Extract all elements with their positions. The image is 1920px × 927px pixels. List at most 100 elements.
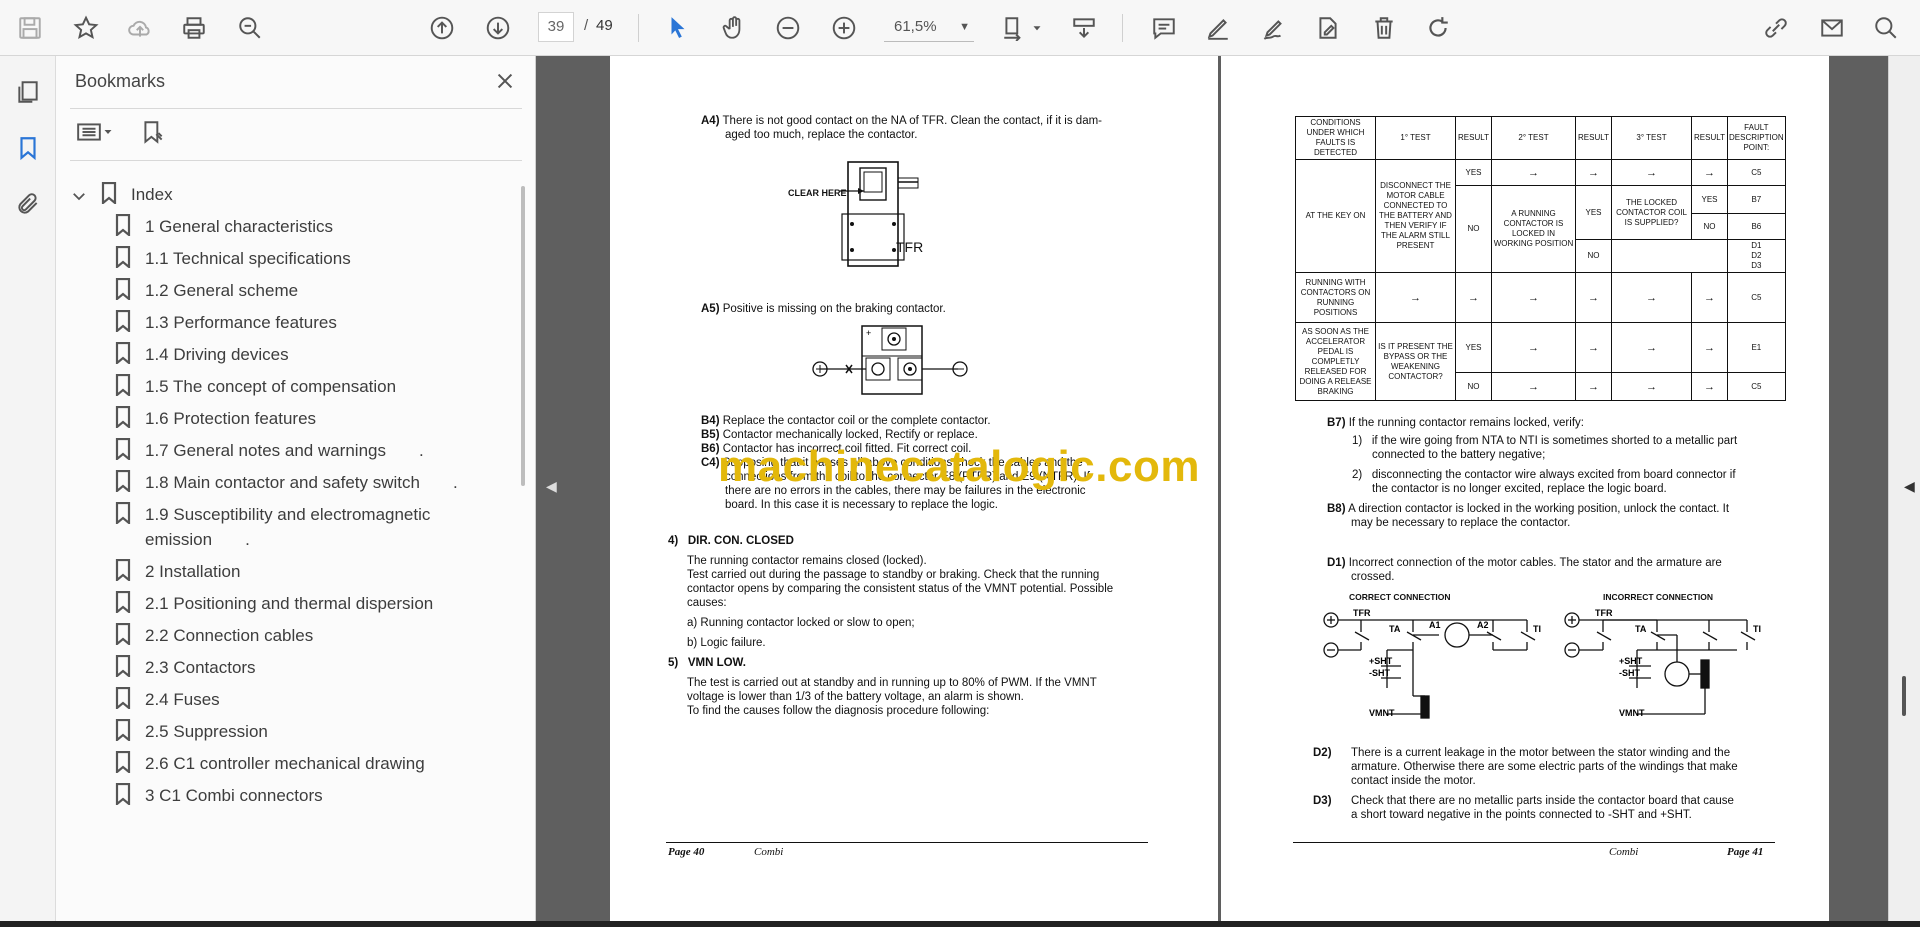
edit-document-icon[interactable]: [1310, 10, 1346, 46]
bookmark-item[interactable]: 1 General characteristics: [114, 214, 465, 239]
bookmark-item[interactable]: 2.2 Connection cables: [114, 623, 465, 648]
save-icon[interactable]: [12, 10, 48, 46]
bookmarks-panel: Bookmarks Index 1 General characteristic…: [56, 56, 536, 921]
motor-connection-diagram: TFR TA A1 A2 TI +SHT -SHT VMNT TFR TA TI…: [1323, 608, 1761, 719]
a1-label: A1: [1429, 620, 1441, 630]
new-bookmark-button[interactable]: [140, 116, 166, 148]
page-fit-icon[interactable]: [996, 10, 1032, 46]
bookmark-icon: [115, 623, 131, 645]
ti-label: TI: [1753, 624, 1761, 634]
bookmark-item[interactable]: 2.4 Fuses: [114, 687, 465, 712]
bookmark-icon: [115, 246, 131, 268]
page-number-input[interactable]: 39: [538, 12, 574, 42]
bookmark-icon: [115, 783, 131, 805]
bookmark-item[interactable]: 1.6 Protection features: [114, 406, 465, 431]
bookmark-icon: [101, 182, 117, 204]
mail-icon[interactable]: [1814, 10, 1850, 46]
print-icon[interactable]: [176, 10, 212, 46]
close-icon[interactable]: [490, 66, 520, 96]
hand-tool-icon[interactable]: [716, 10, 752, 46]
zoom-find-icon[interactable]: [232, 10, 268, 46]
bookmark-item[interactable]: 2 Installation: [114, 559, 465, 584]
bookmark-item[interactable]: 1.2 General scheme: [114, 278, 465, 303]
bookmark-item[interactable]: 1.8 Main contactor and safety switch .: [114, 470, 465, 495]
braking-contactor-diagram: +: [812, 325, 968, 395]
bookmark-item[interactable]: 1.1 Technical specifications: [114, 246, 465, 271]
bookmark-icon: [115, 374, 131, 396]
a2-label: A2: [1477, 620, 1489, 630]
toolbar-divider: [1122, 14, 1123, 42]
chevron-down-icon: [104, 130, 112, 134]
bookmark-item[interactable]: 1.9 Susceptibility and electromagnetic e…: [114, 502, 465, 552]
navigation-rail: [0, 56, 56, 927]
scroll-thumb[interactable]: [1902, 676, 1906, 716]
vmnt-label: VMNT: [1369, 708, 1395, 718]
document-page-41: CONDITIONS UNDER WHICH FAULTS IS DETECTE…: [1221, 56, 1829, 921]
bookmark-icon: [115, 278, 131, 300]
msht-label: -SHT: [1369, 668, 1390, 678]
bookmark-options-button[interactable]: [76, 116, 114, 148]
bookmark-item[interactable]: 1.4 Driving devices: [114, 342, 465, 367]
page-total: 49: [596, 17, 613, 34]
collapse-right-icon[interactable]: ◀: [1904, 478, 1915, 495]
bookmark-icon: [115, 214, 131, 236]
bookmark-item[interactable]: 1.5 The concept of compensation: [114, 374, 465, 399]
trash-icon[interactable]: [1366, 10, 1402, 46]
bookmark-icon: [115, 655, 131, 677]
comment-icon[interactable]: [1146, 10, 1182, 46]
bookmark-item[interactable]: 1.3 Performance features: [114, 310, 465, 335]
bookmark-item[interactable]: 2.1 Positioning and thermal dispersion: [114, 591, 465, 616]
collapse-left-icon[interactable]: ◀: [546, 478, 557, 495]
zoom-out-icon[interactable]: [770, 10, 806, 46]
chevron-down-icon: [73, 193, 85, 201]
zoom-in-icon[interactable]: [826, 10, 862, 46]
bookmark-item[interactable]: 3 C1 Combi connectors: [114, 783, 465, 808]
star-icon[interactable]: [68, 10, 104, 46]
bookmark-item[interactable]: 1.7 General notes and warnings .: [114, 438, 465, 463]
tfr-label: TFR: [1353, 608, 1371, 618]
cloud-upload-icon[interactable]: [122, 10, 158, 46]
contactor-diagram-tfr: [840, 161, 919, 267]
bookmark-icon: [115, 751, 131, 773]
bookmark-icon: [115, 502, 131, 524]
redo-icon[interactable]: [1420, 10, 1456, 46]
vmnt-label: VMNT: [1619, 708, 1645, 718]
svg-text:+: +: [866, 328, 871, 338]
psht-label: +SHT: [1369, 656, 1393, 666]
fault-table: CONDITIONS UNDER WHICH FAULTS IS DETECTE…: [1295, 116, 1786, 401]
ta-label: TA: [1635, 624, 1647, 634]
panel-scrollbar[interactable]: [521, 186, 525, 486]
bookmarks-icon[interactable]: [12, 132, 44, 164]
bookmark-icon: [115, 406, 131, 428]
sign-icon[interactable]: [1256, 10, 1292, 46]
ta-label: TA: [1389, 624, 1401, 634]
bookmark-icon: [115, 719, 131, 741]
attachment-icon[interactable]: [12, 188, 44, 220]
pages-thumbnail-icon[interactable]: [12, 76, 44, 108]
psht-label: +SHT: [1619, 656, 1643, 666]
share-link-icon[interactable]: [1758, 10, 1794, 46]
msht-label: -SHT: [1619, 668, 1640, 678]
chevron-down-icon: ▼: [959, 21, 970, 33]
bookmark-item-index[interactable]: Index: [70, 182, 451, 207]
chevron-down-icon[interactable]: [1030, 10, 1044, 46]
bottom-strip: [0, 921, 1920, 927]
divider: [70, 108, 522, 109]
bookmark-item[interactable]: 2.5 Suppression: [114, 719, 465, 744]
divider: [70, 160, 522, 161]
previous-page-icon[interactable]: [424, 10, 460, 46]
zoom-level-value: 61,5%: [894, 18, 937, 35]
bookmark-icon: [115, 591, 131, 613]
search-icon[interactable]: [1868, 10, 1904, 46]
page-separator: /: [584, 17, 589, 34]
next-page-icon[interactable]: [480, 10, 516, 46]
bookmark-icon: [115, 470, 131, 492]
bookmark-item[interactable]: 2.6 C1 controller mechanical drawing: [114, 751, 465, 776]
bookmark-icon: [115, 438, 131, 460]
highlight-pen-icon[interactable]: [1200, 10, 1236, 46]
select-cursor-icon[interactable]: [660, 10, 696, 46]
bookmark-icon: [115, 310, 131, 332]
bookmark-item[interactable]: 2.3 Contactors: [114, 655, 465, 680]
scroll-mode-icon[interactable]: [1066, 10, 1102, 46]
zoom-level-select[interactable]: 61,5% ▼: [884, 12, 974, 42]
